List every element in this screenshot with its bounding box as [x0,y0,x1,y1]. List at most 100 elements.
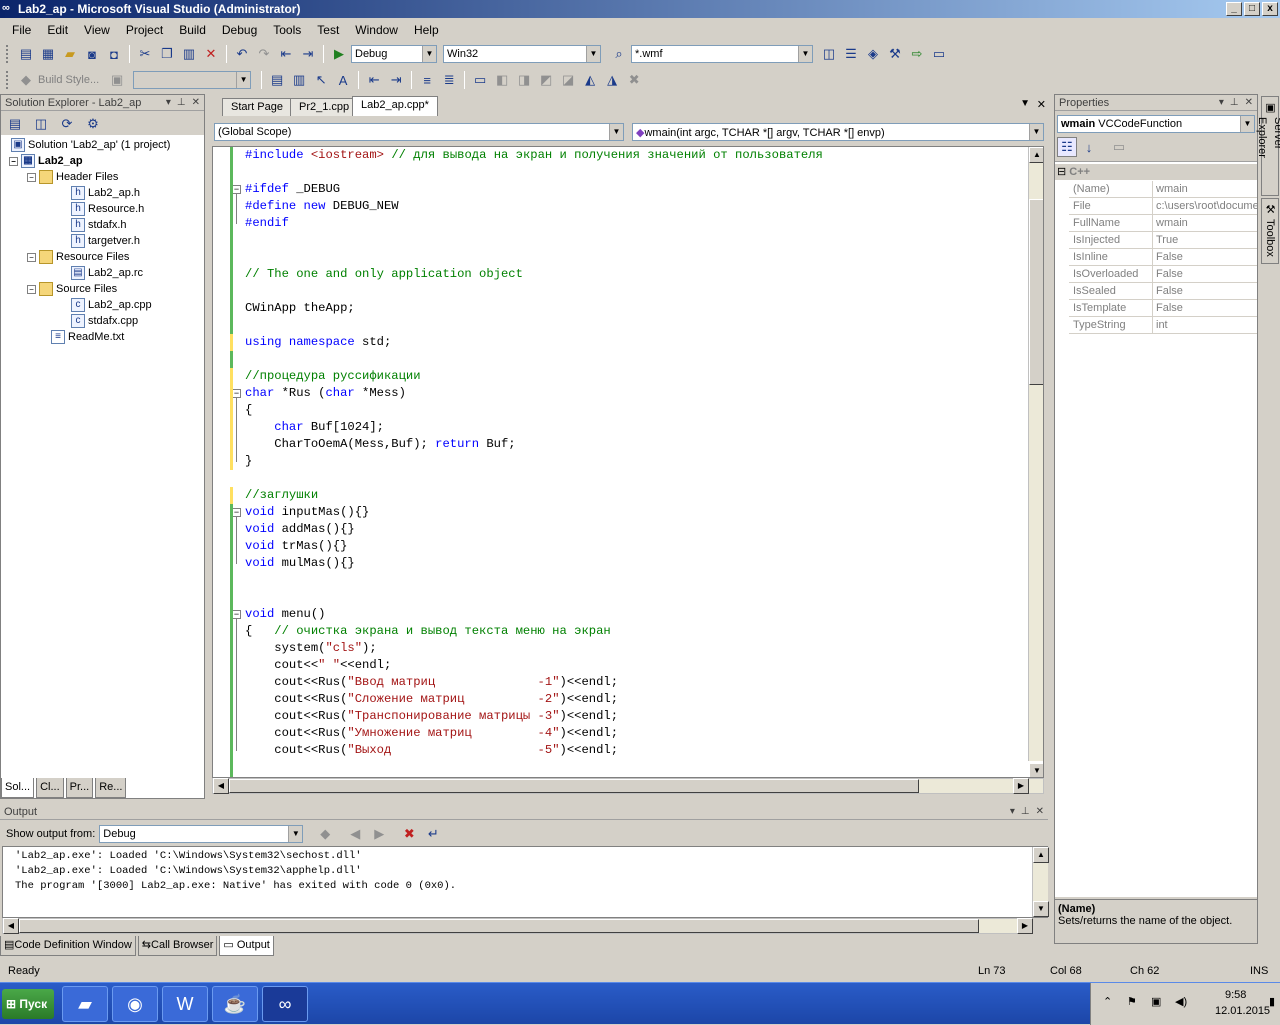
code-line[interactable]: //заглушки [245,487,318,504]
copy-icon[interactable]: ❐ [157,44,177,64]
scroll-down-icon[interactable]: ▼ [1029,763,1043,777]
complete-word-icon[interactable]: A [333,70,353,90]
tree-solution[interactable]: ▣ Solution 'Lab2_ap' (1 project) [11,137,170,153]
menu-debug[interactable]: Debug [214,20,265,40]
scroll-up-icon[interactable]: ▲ [1029,147,1043,163]
property-value[interactable]: wmain [1153,181,1257,197]
output-hscroll[interactable]: ◀ ▶ [2,918,1033,934]
property-row[interactable]: File c:\users\root\docume [1069,198,1257,215]
property-row[interactable]: TypeString int [1069,317,1257,334]
vertical-scrollbar[interactable]: ▲ ▼ [1028,147,1043,777]
clear-all-icon[interactable]: ✖ [399,824,419,844]
property-row[interactable]: FullName wmain [1069,215,1257,232]
code-line[interactable]: cout<<Rus("Ввод матриц -1")<<endl; [245,674,618,691]
collapse-icon[interactable]: − [9,156,18,166]
code-editor[interactable]: #include <iostream> // для вывода на экр… [212,146,1044,778]
maximize-button[interactable]: □ [1244,2,1260,16]
close-button[interactable]: x [1262,2,1278,16]
visual-studio-task-icon[interactable]: ∞ [262,986,308,1022]
build-style-button[interactable]: Build Style... [38,74,99,86]
output-vscroll[interactable]: ▲ ▼ [1032,847,1049,917]
tab-property-manager[interactable]: Pr... [65,778,94,798]
scroll-left-icon[interactable]: ◀ [213,778,229,794]
tree-file[interactable]: c Lab2_ap.cpp [71,297,152,313]
start-debugging-icon[interactable]: ▶ [329,44,349,64]
start-button[interactable]: ⊞ Пуск [2,989,54,1019]
tree-file[interactable]: c stdafx.cpp [71,313,138,329]
undo-icon[interactable]: ↶ [232,44,252,64]
property-row[interactable]: IsInjected True [1069,232,1257,249]
navigate-forward-icon[interactable]: ⇥ [298,44,318,64]
fold-toggle-icon[interactable]: − [232,610,241,619]
menu-project[interactable]: Project [118,20,171,40]
menu-view[interactable]: View [76,20,118,40]
menu-edit[interactable]: Edit [39,20,76,40]
network-icon[interactable]: ▣ [1151,995,1161,1008]
tab-toolbox[interactable]: ⚒ Toolbox [1261,198,1279,264]
tree-source-files[interactable]: − Source Files [27,281,117,297]
scroll-right-icon[interactable]: ▶ [1017,918,1033,934]
property-value[interactable]: False [1153,249,1257,265]
code-line[interactable]: #ifdef _DEBUG [245,181,340,198]
build-icon[interactable]: ◆ [16,70,36,90]
close-icon[interactable]: ✕ [1037,98,1046,111]
tab-output[interactable]: ▭ Output [219,936,274,956]
clock-time[interactable]: 9:58 [1225,989,1246,1001]
code-line[interactable]: cout<<" "<<endl; [245,657,391,674]
menu-help[interactable]: Help [406,20,447,40]
tab-start-page[interactable]: Start Page [222,98,292,116]
code-line[interactable]: void trMas(){} [245,538,347,555]
scroll-up-icon[interactable]: ▲ [1033,847,1049,863]
chrome-task-icon[interactable]: ◉ [112,986,158,1022]
class-diagram-icon[interactable]: ⚙ [83,114,103,134]
refresh-icon[interactable]: ⟳ [57,114,77,134]
clear-bookmarks-icon[interactable]: ✖ [624,70,644,90]
code-line[interactable]: #include <iostream> // для вывода на экр… [245,147,823,164]
toggle-word-wrap-icon[interactable]: ↵ [423,824,443,844]
code-line[interactable]: } [245,453,252,470]
code-line[interactable]: CWinApp theApp; [245,300,355,317]
disabled-combo[interactable]: ▼ [133,71,252,89]
close-icon[interactable]: ✕ [1036,804,1044,819]
code-line[interactable]: char Buf[1024]; [245,419,384,436]
tab-lab2-ap-cpp[interactable]: Lab2_ap.cpp* [352,96,438,116]
code-line[interactable]: system("cls"); [245,640,376,657]
next-bookmark-doc-icon[interactable]: ◮ [602,70,622,90]
solution-config-combo[interactable]: Debug ▼ [351,45,437,63]
menu-file[interactable]: File [4,20,39,40]
category-row[interactable]: ⊟ C++ [1055,164,1257,180]
fold-toggle-icon[interactable]: − [232,185,241,194]
clock-date[interactable]: 12.01.2015 [1215,1005,1270,1017]
navigate-back-icon[interactable]: ⇤ [276,44,296,64]
explorer-task-icon[interactable]: ▰ [62,986,108,1022]
fold-toggle-icon[interactable]: − [232,508,241,517]
tree-file[interactable]: ▤ Lab2_ap.rc [71,265,143,281]
prev-message-icon[interactable]: ◀ [345,824,365,844]
solution-explorer-icon[interactable]: ◫ [819,44,839,64]
minimize-button[interactable]: _ [1226,2,1242,16]
properties-icon[interactable]: ▤ [5,114,25,134]
code-line[interactable]: cout<<Rus("Выход -5")<<endl; [245,742,618,759]
find-combo[interactable]: *.wmf ▼ [631,45,813,63]
new-project-icon[interactable]: ▤ [16,44,36,64]
menu-build[interactable]: Build [171,20,214,40]
alphabetical-icon[interactable]: ↓ [1079,137,1099,157]
property-row[interactable]: IsSealed False [1069,283,1257,300]
prev-bookmark-folder-icon[interactable]: ◩ [536,70,556,90]
code-line[interactable]: void addMas(){} [245,521,355,538]
property-value[interactable]: False [1153,283,1257,299]
java-task-icon[interactable]: ☕ [212,986,258,1022]
code-line[interactable]: void menu() [245,606,325,623]
scroll-right-icon[interactable]: ▶ [1013,778,1029,794]
scroll-thumb-h[interactable] [229,779,919,793]
active-files-icon[interactable]: ▼ [1020,98,1030,109]
uncomment-lines-icon[interactable]: ≣ [439,70,459,90]
tab-resource-view[interactable]: Re... [95,778,127,798]
window-position-icon[interactable]: ▾ [1010,804,1015,819]
code-line[interactable]: { [245,402,252,419]
code-line[interactable]: void inputMas(){} [245,504,369,521]
menu-test[interactable]: Test [309,20,347,40]
member-combo[interactable]: ◆wmain(int argc, TCHAR *[] argv, TCHAR *… [632,123,1044,141]
prev-bookmark-doc-icon[interactable]: ◭ [580,70,600,90]
save-icon[interactable]: ◙ [82,44,102,64]
